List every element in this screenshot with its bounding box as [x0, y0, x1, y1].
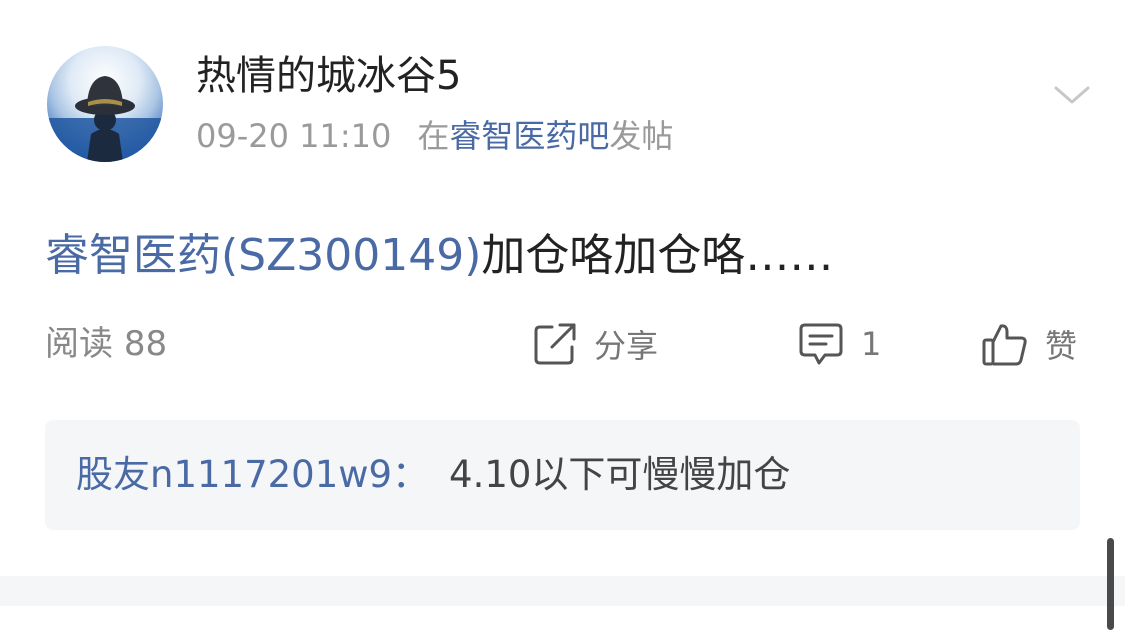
share-icon	[534, 323, 576, 365]
post-meta: 09-20 11:10 在睿智医药吧发帖	[196, 115, 673, 157]
stock-link[interactable]: 睿智医药(SZ300149)	[45, 230, 481, 281]
read-count-value: 88	[123, 324, 168, 364]
reply-content: 4.10以下可慢慢加仓	[449, 453, 791, 496]
read-count: 阅读 88	[45, 322, 167, 366]
avatar[interactable]	[47, 46, 163, 162]
read-label: 阅读	[45, 324, 113, 364]
post-date: 09-20 11:10	[196, 117, 392, 155]
bar-link[interactable]: 睿智医药吧	[449, 117, 609, 155]
username[interactable]: 热情的城冰谷5	[196, 52, 461, 100]
post-card: 热情的城冰谷5 09-20 11:10 在睿智医药吧发帖 睿智医药(SZ30014…	[0, 0, 1125, 576]
posted-in-prefix: 在	[417, 117, 450, 155]
post-content: 睿智医药(SZ300149)加仓咯加仓咯……	[45, 226, 833, 286]
like-button[interactable]: 赞	[981, 316, 1077, 372]
posted-in-suffix: 发帖	[609, 117, 674, 155]
reply-preview[interactable]: 股友n1117201w9： 4.10以下可慢慢加仓	[45, 420, 1080, 530]
post-text: 加仓咯加仓咯……	[481, 230, 834, 281]
reply-author[interactable]: 股友n1117201w9：	[76, 453, 429, 496]
comment-icon	[799, 323, 843, 365]
share-label: 分享	[594, 327, 659, 365]
section-divider	[0, 576, 1125, 606]
scrollbar[interactable]	[1107, 538, 1114, 630]
like-label: 赞	[1045, 327, 1078, 365]
share-button[interactable]: 分享	[532, 316, 658, 372]
reply-text: 股友n1117201w9： 4.10以下可慢慢加仓	[76, 420, 790, 530]
thumbs-up-icon	[982, 324, 1027, 366]
comment-count: 1	[861, 325, 882, 363]
action-bar: 阅读 88 分享 1 赞	[0, 316, 1125, 372]
comment-button[interactable]: 1	[797, 316, 881, 372]
chevron-down-icon[interactable]	[1050, 80, 1094, 110]
